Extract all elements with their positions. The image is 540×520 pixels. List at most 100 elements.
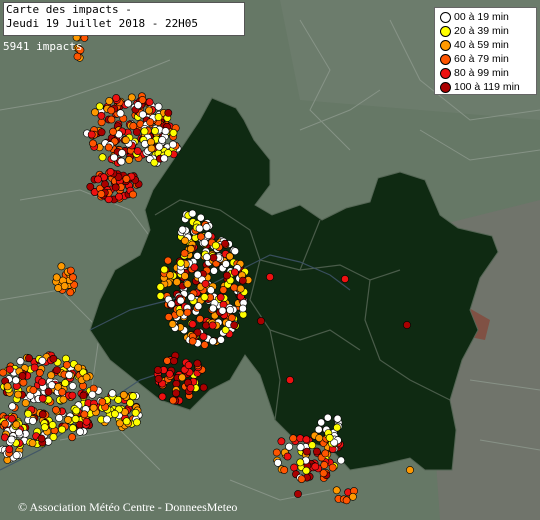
impact-dot [29,416,37,425]
impact-dot [266,273,274,281]
impact-dot [19,378,28,387]
impact-dot [5,365,14,374]
impact-dot [121,136,130,144]
impact-dot [333,414,342,423]
impact-dot [30,363,39,372]
impact-dot [47,381,56,390]
impact-dot [122,417,131,426]
legend-label: 40 à 59 min [454,39,509,51]
impact-dot [146,118,155,127]
impact-dot [172,389,180,398]
impact-dot [277,437,286,446]
impact-dot [125,155,134,164]
impact-dot [5,445,14,454]
impact-dot [8,402,17,411]
impact-dot [193,270,202,279]
impact-dot [296,458,305,467]
impact-dot [15,428,23,437]
impact-dot [98,397,107,406]
impact-dot [11,376,20,385]
impact-dot [47,371,55,380]
impact-dot [58,388,66,396]
impact-dot [178,225,187,234]
impact-dot [97,128,106,137]
impact-dot [132,418,141,427]
impact-dot [206,286,215,295]
impact-dot [57,262,66,271]
impact-dot [167,300,176,309]
impact-dot [294,490,302,498]
impact-dot [1,419,9,428]
impact-dot [308,441,317,450]
impact-dot [196,213,205,222]
impact-dot [163,356,172,365]
impact-dot [333,423,341,432]
impact-dot [320,461,329,469]
impact-count: 5941 impacts [3,40,83,53]
impact-dot [158,136,167,144]
legend-label: 60 à 79 min [454,53,509,65]
impact-dot [283,452,292,461]
impact-dot [321,449,330,458]
legend-dot [440,82,451,93]
title-line-1: Carte des impacts - [6,3,132,16]
impact-dot [158,392,167,401]
impact-dot [314,425,323,434]
impact-dot [230,283,239,292]
impact-dot [238,276,247,285]
impact-dot [290,463,298,472]
impact-dot [64,415,72,424]
impact-dot [200,293,209,301]
impact-dot [38,378,46,386]
impact-dot [223,271,231,280]
impact-dot [94,175,102,184]
impact-dot [147,138,155,146]
impact-dot [195,224,204,233]
impact-dot [403,321,411,329]
impact-dot [319,469,328,478]
impact-dot [59,395,68,404]
impact-dot [183,280,192,288]
impact-dot [60,282,69,290]
impact-dot [176,258,185,267]
impact-dot [236,284,245,293]
impact-dot [97,190,106,198]
impact-dot [160,265,169,274]
impact-dot [71,415,80,423]
impact-dot [297,475,306,483]
legend-item: 60 à 79 min [440,52,536,66]
impact-dot [156,291,165,300]
impact-dot [3,382,12,391]
impact-dot [168,320,177,328]
impact-dot [38,356,47,365]
impact-dot [16,357,25,366]
impact-dot [217,335,225,344]
impact-dot [201,279,210,288]
impact-dot [103,415,111,424]
impact-dot [154,113,163,121]
impact-dot [178,373,186,382]
title-box: Carte des impacts - Jeudi 19 Juillet 201… [3,2,245,36]
impact-dot [154,102,163,111]
impact-dot [164,313,173,321]
impact-dot [86,182,95,191]
impact-dot [188,209,197,218]
title-line-2: Jeudi 19 Juillet 2018 - 22H05 [6,17,199,30]
impact-dot [112,94,121,102]
impact-dot [302,466,311,475]
impact-dot [165,369,174,378]
impact-dot [68,382,77,390]
impact-dot [194,302,203,311]
impact-dot [65,371,74,379]
impact-dot [28,439,37,447]
impact-dot [69,424,77,433]
impact-dot [111,409,119,418]
impact-dot [199,383,208,392]
impact-dot [196,314,204,323]
impact-dot [0,368,7,377]
legend-item: 80 à 99 min [440,66,536,80]
impact-dot [172,278,181,286]
impact-dot [122,174,131,183]
legend-label: 80 à 99 min [454,67,509,79]
legend-item: 100 à 119 min [440,80,536,94]
